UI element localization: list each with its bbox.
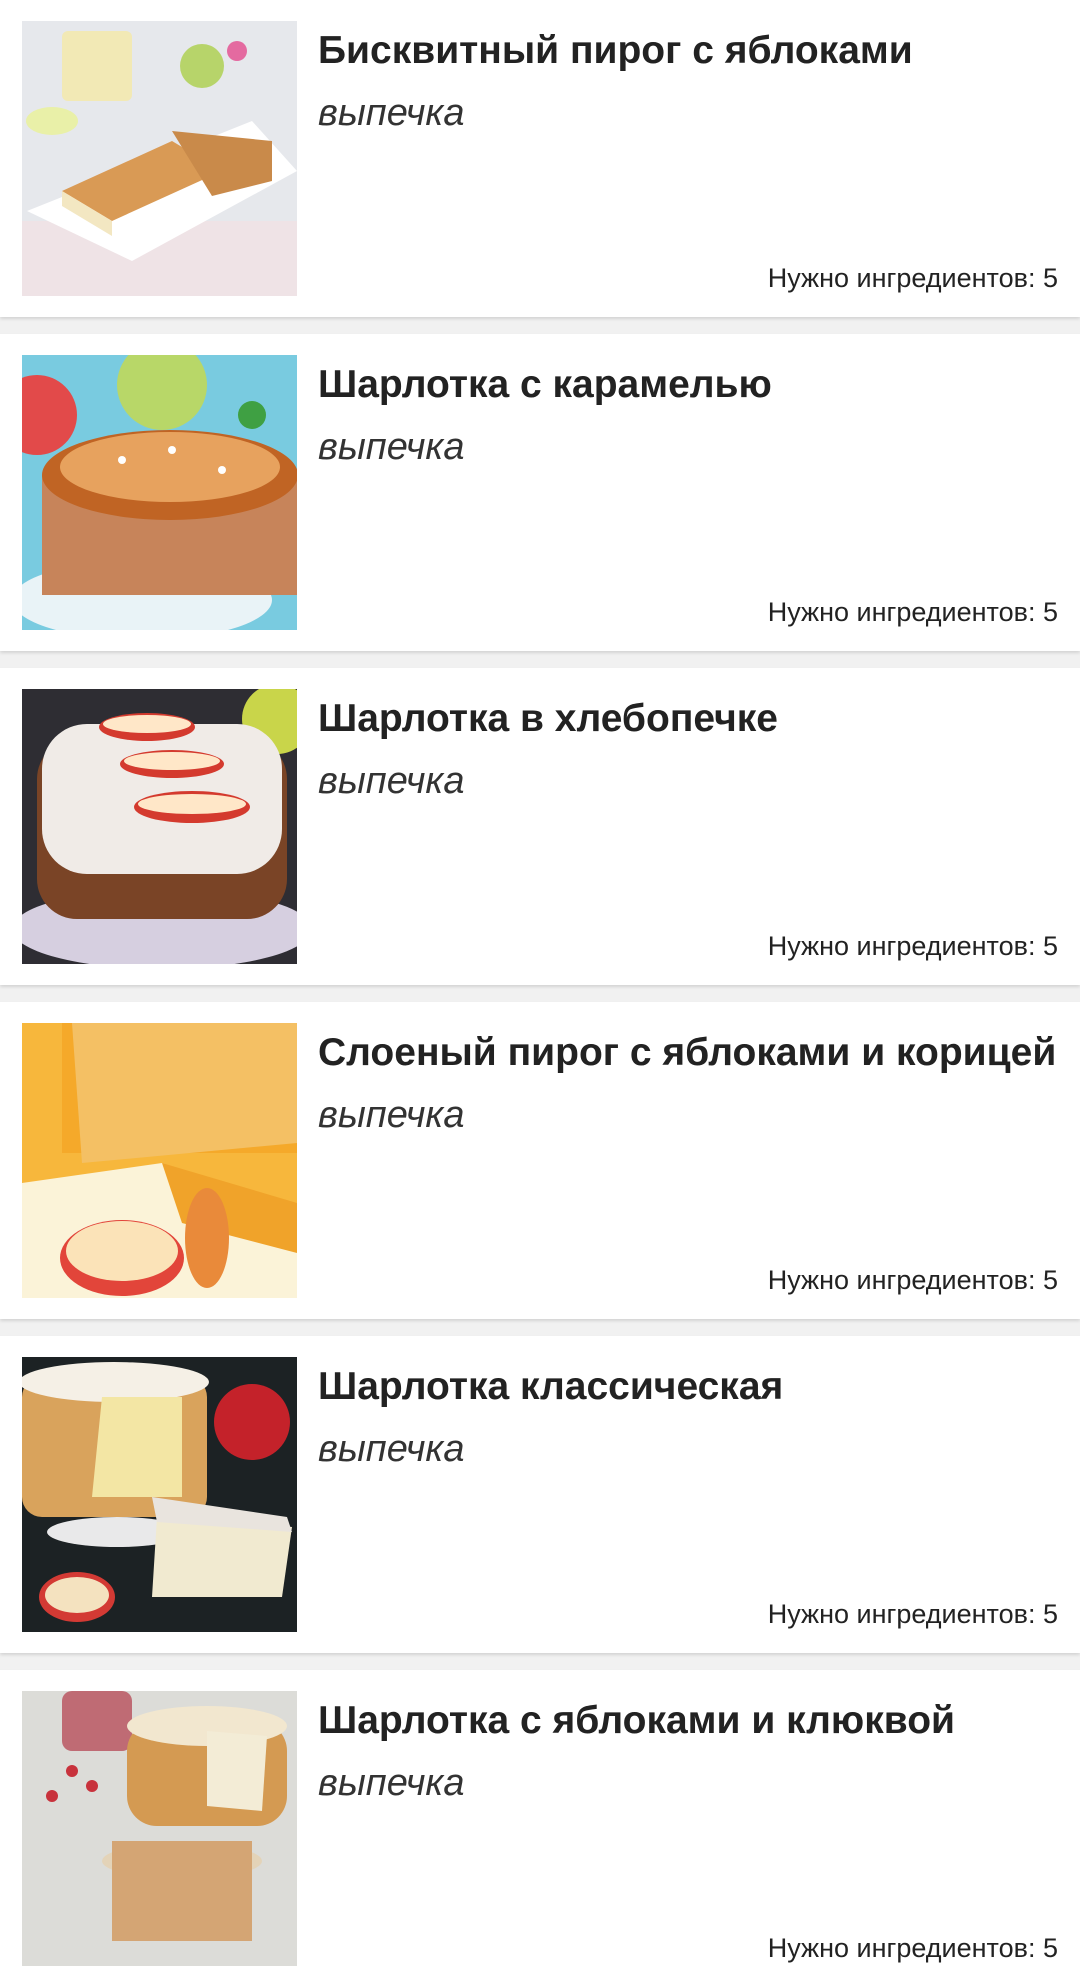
- recipe-title: Шарлотка с яблоками и клюквой: [318, 1699, 956, 1742]
- recipe-category: выпечка: [318, 426, 465, 468]
- recipe-card[interactable]: Бисквитный пирог с яблоками выпечка Нужн…: [0, 0, 1080, 317]
- ingredients-count: Нужно ингредиентов: 5: [767, 1265, 1058, 1295]
- recipe-card[interactable]: Слоеный пирог с яблоками и корицей выпеч…: [0, 1002, 1080, 1319]
- recipe-category: выпечка: [318, 760, 465, 802]
- ingredients-count: Нужно ингредиентов: 5: [767, 1933, 1058, 1963]
- cranberry-charlotte-photo: [22, 1691, 297, 1966]
- ingredients-count: Нужно ингредиентов: 5: [767, 263, 1058, 293]
- recipe-image: [22, 21, 297, 296]
- recipe-image: [22, 355, 297, 630]
- recipe-card[interactable]: Шарлотка с карамелью выпечка Нужно ингре…: [0, 334, 1080, 651]
- recipe-card[interactable]: Шарлотка с яблоками и клюквой выпечка Ну…: [0, 1670, 1080, 1987]
- recipe-card[interactable]: Шарлотка в хлебопечке выпечка Нужно ингр…: [0, 668, 1080, 985]
- ingredients-count: Нужно ингредиентов: 5: [767, 1599, 1058, 1629]
- recipe-image: [22, 1691, 297, 1966]
- recipe-list: Бисквитный пирог с яблоками выпечка Нужн…: [0, 0, 1080, 1987]
- recipe-title: Шарлотка в хлебопечке: [318, 697, 778, 740]
- recipe-title: Шарлотка с карамелью: [318, 363, 772, 406]
- recipe-category: выпечка: [318, 92, 465, 134]
- recipe-category: выпечка: [318, 1762, 465, 1804]
- sponge-apple-pie-photo: [22, 21, 297, 296]
- ingredients-count: Нужно ингредиентов: 5: [767, 597, 1058, 627]
- recipe-image: [22, 1023, 297, 1298]
- breadmaker-charlotte-photo: [22, 689, 297, 964]
- recipe-image: [22, 689, 297, 964]
- ingredients-count: Нужно ингредиентов: 5: [767, 931, 1058, 961]
- caramel-charlotte-photo: [22, 355, 297, 630]
- recipe-title: Слоеный пирог с яблоками и корицей: [318, 1031, 1057, 1074]
- recipe-category: выпечка: [318, 1428, 465, 1470]
- recipe-card[interactable]: Шарлотка классическая выпечка Нужно ингр…: [0, 1336, 1080, 1653]
- recipe-category: выпечка: [318, 1094, 465, 1136]
- puff-pastry-pie-photo: [22, 1023, 297, 1298]
- recipe-title: Бисквитный пирог с яблоками: [318, 29, 913, 72]
- recipe-image: [22, 1357, 297, 1632]
- classic-charlotte-photo: [22, 1357, 297, 1632]
- recipe-title: Шарлотка классическая: [318, 1365, 784, 1408]
